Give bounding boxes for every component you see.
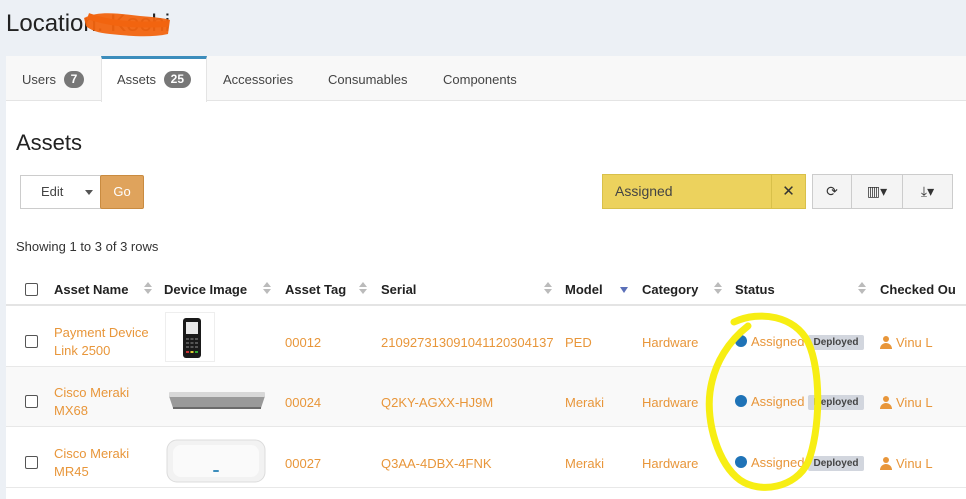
tab-label: Accessories	[223, 72, 294, 87]
status-cell: Assigned Deployed	[735, 334, 864, 350]
section-title: Assets	[16, 130, 83, 155]
sort-icon	[544, 282, 552, 296]
model-link[interactable]: Meraki	[565, 456, 604, 471]
col-asset-tag[interactable]: Asset Tag	[285, 268, 346, 306]
serial-link[interactable]: Q2KY-AGXX-HJ9M	[381, 395, 493, 410]
col-serial[interactable]: Serial	[381, 268, 416, 306]
status-cell: Assigned Deployed	[735, 455, 864, 471]
user-icon	[880, 336, 892, 349]
col-status[interactable]: Status	[735, 268, 775, 306]
tab-components[interactable]: Components	[443, 56, 517, 101]
refresh-button[interactable]: ⟳	[812, 174, 852, 209]
access-point-icon[interactable]	[165, 434, 267, 484]
asset-tag-link[interactable]: 00012	[285, 335, 321, 350]
status-dot-icon	[735, 456, 747, 468]
row-checkbox[interactable]	[25, 456, 38, 469]
asset-tag-link[interactable]: 00027	[285, 456, 321, 471]
sort-icon	[263, 282, 271, 296]
select-all-checkbox[interactable]	[25, 283, 38, 296]
count-badge: 25	[163, 71, 191, 88]
tab-label: Consumables	[328, 72, 408, 87]
columns-icon: ▥▾	[866, 183, 888, 199]
page-title: Location: Kochi	[6, 10, 171, 37]
status-link[interactable]: Assigned	[751, 334, 804, 349]
columns-button[interactable]: ▥▾	[851, 174, 903, 209]
category-link[interactable]: Hardware	[642, 395, 698, 410]
col-model[interactable]: Model	[565, 268, 603, 306]
tab-consumables[interactable]: Consumables	[328, 56, 408, 101]
col-device-image[interactable]: Device Image	[164, 268, 247, 306]
category-link[interactable]: Hardware	[642, 335, 698, 350]
col-checked-out[interactable]: Checked Ou	[880, 268, 956, 306]
table-row: Cisco Meraki MR45 00027 Q3AA-4DBX-4FNK M…	[6, 428, 966, 488]
checked-out-name: Vinu L	[896, 456, 933, 471]
status-badge: Deployed	[808, 395, 864, 410]
checked-out-link[interactable]: Vinu L	[880, 335, 933, 350]
payment-terminal-icon[interactable]	[165, 312, 215, 362]
export-button[interactable]: ⤓▾	[902, 174, 953, 209]
serial-link[interactable]: Q3AA-4DBX-4FNK	[381, 456, 492, 471]
clear-search-button[interactable]: ✕	[771, 174, 806, 209]
sort-icon	[858, 282, 866, 296]
checked-out-name: Vinu L	[896, 335, 933, 350]
user-icon	[880, 396, 892, 409]
pagination-info: Showing 1 to 3 of 3 rows	[16, 239, 159, 254]
table-row: Cisco Meraki MX68 00024 Q2KY-AGXX-HJ9M M…	[6, 367, 966, 427]
sort-icon	[144, 282, 152, 296]
table-row: Payment Device Link 2500 00012 210927313…	[6, 307, 966, 367]
checked-out-name: Vinu L	[896, 395, 933, 410]
tab-users[interactable]: Users 7	[22, 56, 85, 101]
sort-icon	[359, 282, 367, 296]
close-icon: ✕	[782, 183, 795, 200]
status-dot-icon	[735, 335, 747, 347]
router-appliance-icon[interactable]	[165, 372, 269, 422]
category-link[interactable]: Hardware	[642, 456, 698, 471]
refresh-icon: ⟳	[826, 183, 838, 199]
sort-icon	[714, 282, 722, 296]
status-badge: Deployed	[808, 456, 864, 471]
col-category[interactable]: Category	[642, 268, 698, 306]
status-link[interactable]: Assigned	[751, 394, 804, 409]
status-link[interactable]: Assigned	[751, 455, 804, 470]
tab-label: Users	[22, 72, 56, 87]
model-link[interactable]: PED	[565, 335, 592, 350]
asset-name-link[interactable]: Payment Device Link 2500	[54, 324, 154, 360]
go-button[interactable]: Go	[100, 175, 144, 209]
status-cell: Assigned Deployed	[735, 394, 864, 410]
bulk-action-value: Edit	[41, 184, 64, 199]
status-badge: Deployed	[808, 335, 864, 350]
checked-out-link[interactable]: Vinu L	[880, 456, 933, 471]
sort-desc-icon	[620, 282, 628, 296]
asset-tag-link[interactable]: 00024	[285, 395, 321, 410]
caret-down-icon	[85, 190, 93, 195]
tab-label: Assets	[117, 72, 157, 87]
tab-label: Components	[443, 72, 517, 87]
user-icon	[880, 457, 892, 470]
tab-bar: Users 7 Assets 25 Accessories Consumable…	[6, 56, 966, 102]
tab-assets[interactable]: Assets 25	[101, 56, 207, 102]
tab-accessories[interactable]: Accessories	[223, 56, 293, 101]
table-header: Asset Name Device Image Asset Tag Serial…	[6, 268, 966, 306]
serial-link[interactable]: 2109273130910411203041​37	[381, 335, 554, 350]
download-icon: ⤓▾	[920, 183, 935, 199]
row-checkbox[interactable]	[25, 335, 38, 348]
asset-name-link[interactable]: Cisco Meraki MR45	[54, 445, 154, 481]
count-badge: 7	[63, 71, 85, 88]
status-dot-icon	[735, 395, 747, 407]
checked-out-link[interactable]: Vinu L	[880, 395, 933, 410]
model-link[interactable]: Meraki	[565, 395, 604, 410]
asset-name-link[interactable]: Cisco Meraki MX68	[54, 384, 154, 420]
bulk-action-select[interactable]: Edit	[20, 175, 102, 209]
row-checkbox[interactable]	[25, 395, 38, 408]
col-asset-name[interactable]: Asset Name	[54, 268, 128, 306]
location-panel: Users 7 Assets 25 Accessories Consumable…	[6, 56, 966, 499]
search-input[interactable]: Assigned	[602, 174, 773, 209]
